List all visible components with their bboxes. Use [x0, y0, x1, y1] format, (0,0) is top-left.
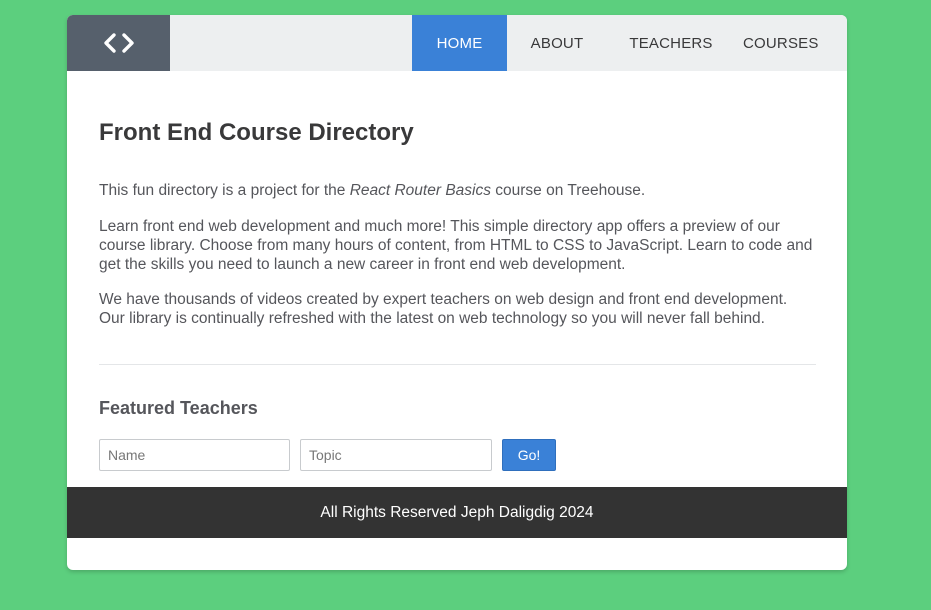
footer-text: All Rights Reserved Jeph Daligdig 2024 — [320, 503, 594, 521]
topic-input[interactable] — [300, 439, 492, 471]
main-header: HOME ABOUT TEACHERS COURSES — [67, 15, 847, 71]
intro-text-before: This fun directory is a project for the — [99, 182, 350, 199]
logo[interactable] — [67, 15, 170, 71]
name-input[interactable] — [99, 439, 290, 471]
go-button[interactable]: Go! — [502, 439, 556, 471]
main-nav: HOME ABOUT TEACHERS COURSES — [412, 15, 847, 71]
nav-item-courses[interactable]: COURSES — [735, 15, 847, 71]
section-divider — [99, 364, 816, 365]
library-paragraph: We have thousands of videos created by e… — [99, 291, 788, 327]
intro-paragraph: This fun directory is a project for the … — [99, 181, 816, 200]
footer: All Rights Reserved Jeph Daligdig 2024 — [67, 487, 847, 538]
page-title: Front End Course Directory — [99, 119, 414, 146]
app-card: HOME ABOUT TEACHERS COURSES Front End Co… — [67, 15, 847, 570]
description-paragraph: Learn front end web development and much… — [99, 218, 813, 273]
featured-teachers-title: Featured Teachers — [99, 398, 258, 418]
intro-course-name: React Router Basics — [349, 182, 491, 199]
nav-item-teachers[interactable]: TEACHERS — [607, 15, 735, 71]
nav-item-about[interactable]: ABOUT — [507, 15, 607, 71]
intro-text-after: course on Treehouse. — [490, 182, 646, 199]
nav-item-home[interactable]: HOME — [412, 15, 507, 71]
code-brackets-icon — [103, 33, 134, 53]
